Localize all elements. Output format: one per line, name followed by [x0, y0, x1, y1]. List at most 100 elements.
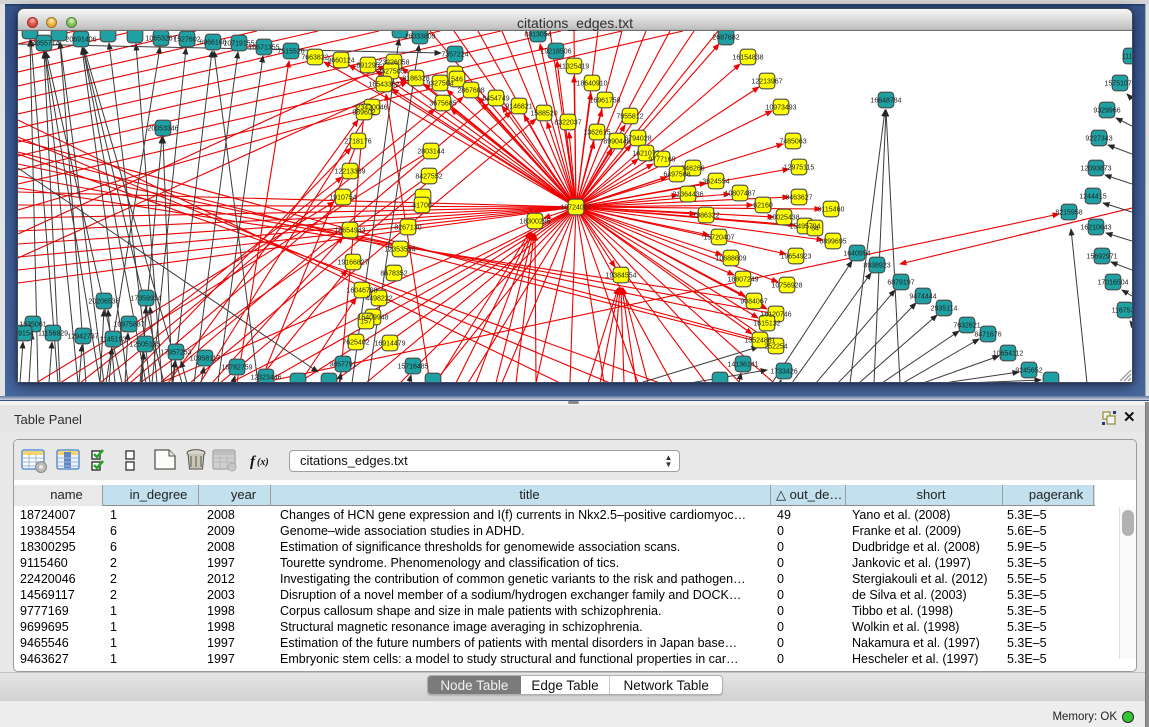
svg-text:891295: 891295	[356, 62, 379, 69]
svg-text:9227343: 9227343	[1085, 135, 1112, 142]
svg-text:8427552: 8427552	[415, 173, 442, 180]
svg-text:2687682: 2687682	[712, 34, 739, 41]
svg-text:7955812: 7955812	[616, 113, 643, 120]
svg-text:7625402: 7625402	[342, 339, 369, 346]
svg-text:16961758: 16961758	[589, 97, 620, 104]
svg-text:1244415: 1244415	[1079, 193, 1106, 200]
svg-text:16046788: 16046788	[346, 287, 377, 294]
svg-text:7632621: 7632621	[953, 322, 980, 329]
svg-text:17957253: 17957253	[160, 349, 191, 356]
svg-text:39154: 39154	[18, 330, 34, 337]
svg-text:7485063: 7485063	[779, 138, 806, 145]
svg-text:1167534: 1167534	[1112, 307, 1132, 314]
svg-text:18640910: 18640910	[576, 80, 607, 87]
svg-text:16210643: 16210643	[1080, 224, 1111, 231]
svg-text:9777169: 9777169	[648, 156, 675, 163]
svg-text:12093873: 12093873	[1080, 165, 1111, 172]
svg-text:6497568: 6497568	[663, 171, 690, 178]
svg-text:1527602: 1527602	[173, 36, 200, 43]
svg-text:12975115: 12975115	[784, 164, 815, 171]
svg-text:16914479: 16914479	[374, 340, 405, 347]
svg-text:15720407: 15720407	[703, 234, 734, 241]
svg-text:15751074: 15751074	[1104, 80, 1132, 87]
svg-text:1733426: 1733426	[770, 368, 797, 375]
svg-text:1615132: 1615132	[753, 320, 780, 327]
svg-text:62160: 62160	[753, 202, 773, 209]
svg-text:6879197: 6879197	[887, 279, 914, 286]
svg-text:989602: 989602	[352, 109, 375, 116]
svg-text:8813054: 8813054	[524, 31, 551, 38]
svg-text:10973493: 10973493	[765, 104, 796, 111]
svg-text:41700: 41700	[412, 202, 432, 209]
svg-text:f: f	[250, 454, 257, 470]
svg-text:12353594: 12353594	[384, 246, 415, 253]
svg-text:9857791: 9857791	[329, 361, 356, 368]
svg-text:15692971: 15692971	[1086, 253, 1117, 260]
svg-text:12323446: 12323446	[250, 374, 281, 381]
svg-text:1362615: 1362615	[583, 129, 610, 136]
svg-text:20206536: 20206536	[88, 298, 119, 305]
svg-text:8678352: 8678352	[380, 270, 407, 277]
svg-text:1535061: 1535061	[19, 321, 46, 328]
svg-text:21364436: 21364436	[672, 191, 703, 198]
svg-text:9327504: 9327504	[426, 80, 453, 87]
svg-text:9463627: 9463627	[785, 194, 812, 201]
svg-text:23226058: 23226058	[378, 59, 409, 66]
svg-text:8267130: 8267130	[394, 224, 421, 231]
svg-text:11325419: 11325419	[559, 63, 590, 70]
svg-text:20691406: 20691406	[65, 36, 96, 43]
svg-text:3624554: 3624554	[702, 178, 729, 185]
svg-text:10653267: 10653267	[145, 35, 176, 42]
svg-text:17359934: 17359934	[130, 295, 161, 302]
svg-text:19218506: 19218506	[540, 48, 571, 55]
svg-text:16033809: 16033809	[404, 33, 435, 40]
svg-text:16782759: 16782759	[221, 364, 252, 371]
svg-text:9660124: 9660124	[327, 57, 354, 64]
svg-text:12213967: 12213967	[751, 78, 782, 85]
svg-text:8454749: 8454749	[482, 95, 509, 102]
svg-text:10654112: 10654112	[993, 350, 1024, 357]
svg-text:16154838: 16154838	[732, 54, 763, 61]
svg-text:18724007: 18724007	[560, 204, 591, 211]
svg-text:12505135: 12505135	[129, 341, 160, 348]
svg-text:6899695: 6899695	[819, 238, 846, 245]
svg-text:9474444: 9474444	[909, 293, 936, 300]
svg-text:19654923: 19654923	[780, 253, 811, 260]
svg-text:9084067: 9084067	[740, 298, 767, 305]
svg-text:19384554: 19384554	[605, 272, 636, 279]
svg-text:10975887: 10975887	[113, 321, 144, 328]
svg-text:16543362: 16543362	[368, 81, 399, 88]
svg-text:14055714: 14055714	[28, 40, 59, 47]
svg-text:3675685: 3675685	[429, 100, 456, 107]
svg-text:9115460: 9115460	[818, 206, 845, 213]
svg-text:2803144: 2803144	[417, 148, 444, 155]
svg-text:8215958: 8215958	[1055, 209, 1082, 216]
svg-text:20053346: 20053346	[147, 125, 178, 132]
svg-text:2718176: 2718176	[344, 138, 371, 145]
svg-text:18300295: 18300295	[519, 218, 550, 225]
svg-text:9146821: 9146821	[505, 103, 532, 110]
svg-text:19166827: 19166827	[337, 259, 368, 266]
svg-text:9329966: 9329966	[1093, 107, 1120, 114]
svg-text:6794028: 6794028	[624, 135, 651, 142]
svg-text:7663822: 7663822	[301, 54, 328, 61]
svg-text:9245652: 9245652	[1015, 367, 1042, 374]
svg-text:11156829: 11156829	[38, 330, 68, 337]
svg-text:1588520: 1588520	[530, 110, 557, 117]
svg-text:16648784: 16648784	[870, 97, 901, 104]
svg-text:12942737: 12942737	[67, 333, 98, 340]
svg-text:64: 64	[811, 225, 819, 232]
svg-text:19654943: 19654943	[334, 227, 365, 234]
svg-text:9327505: 9327505	[377, 68, 404, 75]
svg-text:10958117: 10958117	[190, 355, 221, 362]
svg-text:2867608: 2867608	[457, 87, 484, 94]
svg-text:8471676: 8471676	[974, 331, 1001, 338]
svg-text:14136141: 14136141	[727, 361, 758, 368]
svg-text:15716485: 15716485	[397, 363, 428, 370]
svg-text:7357224: 7357224	[441, 51, 468, 58]
svg-text:8938923: 8938923	[863, 262, 890, 269]
svg-text:1910754: 1910754	[329, 194, 356, 201]
svg-text:18807249: 18807249	[727, 276, 758, 283]
svg-text:10756928: 10756928	[771, 282, 802, 289]
svg-text:(x): (x)	[257, 457, 269, 468]
